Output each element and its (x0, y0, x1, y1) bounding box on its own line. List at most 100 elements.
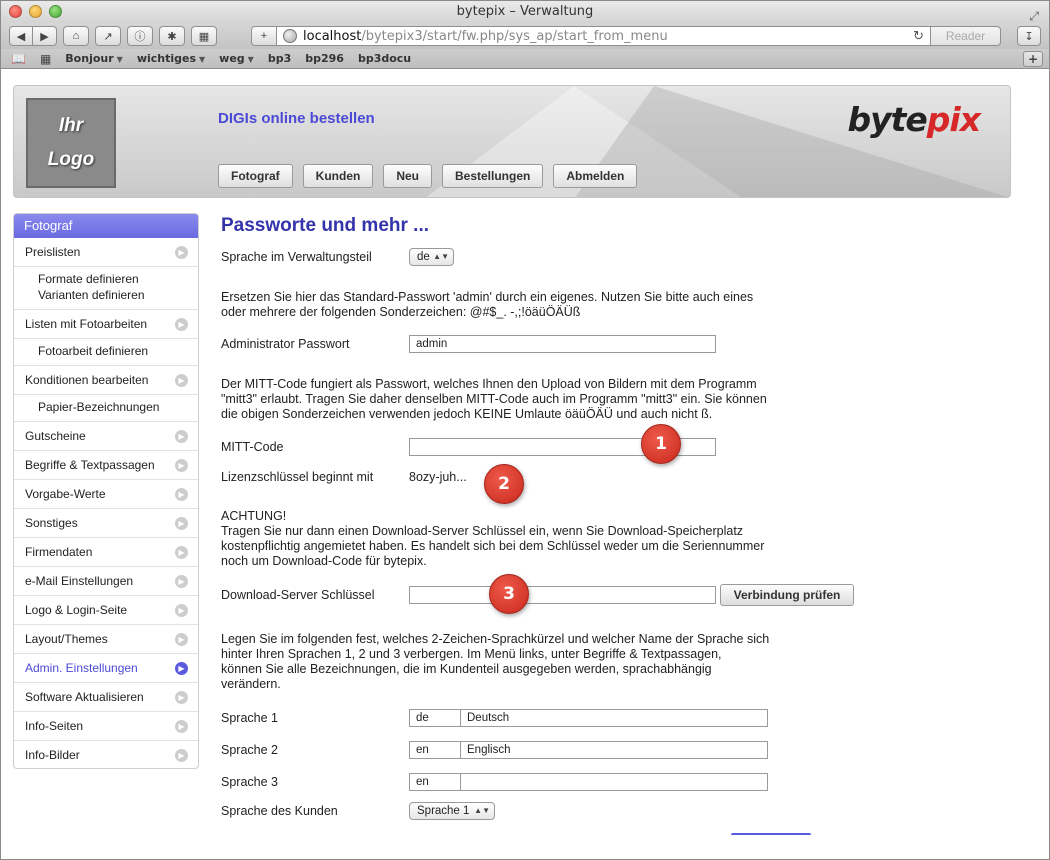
language-label: Sprache 1 (221, 711, 278, 725)
minimize-window-button[interactable] (29, 5, 42, 18)
callout-3: 3 (489, 574, 529, 614)
sidebar-item-label: Firmendaten (25, 545, 93, 559)
bookmark-item[interactable]: bp3docu (358, 52, 411, 65)
address-bar: + localhost/bytepix3/start/fw.php/sys_ap… (251, 26, 1001, 46)
sidebar-item[interactable]: Firmendaten ▶ (14, 538, 198, 567)
home-icon: ⌂ (72, 30, 80, 42)
nav-button-fotograf[interactable]: Fotograf (218, 164, 293, 188)
sidebar-item[interactable]: Listen mit Fotoarbeiten ▶ (14, 310, 198, 339)
customer-language-select[interactable]: Sprache 1 ▲▼ (409, 802, 495, 820)
sidebar-item[interactable]: Preislisten ▶ (14, 238, 198, 267)
sidebar-item[interactable]: Software Aktualisieren ▶ (14, 683, 198, 712)
reload-icon[interactable]: ↻ (913, 29, 924, 44)
sidebar-item[interactable]: Sonstiges ▶ (14, 509, 198, 538)
bookmark-item[interactable]: bp296 (305, 52, 344, 65)
chevron-right-icon: ▶ (175, 458, 188, 472)
sidebar-item[interactable]: e-Mail Einstellungen ▶ (14, 567, 198, 596)
languages-intro-line-2: hinter Ihren Sprachen 1, 2 und 3 verberg… (221, 647, 722, 661)
bookmark-label: bp3 (267, 52, 292, 65)
bookmark-item[interactable]: weg ▼ (219, 52, 254, 65)
bookmark-item[interactable]: wichtiges ▼ (137, 52, 205, 65)
sidebar-item[interactable]: Admin. Einstellungen ▶ (14, 654, 198, 683)
extension-button[interactable]: ✱ (159, 26, 185, 46)
forward-button[interactable]: ▶ (33, 26, 57, 46)
downloads-button[interactable]: ↧ (1017, 26, 1041, 46)
callout-1: 1 (641, 424, 681, 464)
languages-intro-line-3: können Sie alle Bezeichnungen, die im Ku… (221, 662, 712, 676)
sidebar-item-label: Vorgabe-Werte (25, 487, 106, 501)
plus-icon: + (260, 30, 268, 42)
brand-part-1: byte (847, 100, 927, 139)
sidebar-subitem[interactable]: Formate definieren (38, 271, 188, 287)
warning-line-3: noch um Download-Code für bytepix. (221, 554, 427, 568)
mitt-intro-line-3: die obigen Sonderzeichen verwenden jedoc… (221, 407, 713, 421)
nav-button-kunden[interactable]: Kunden (302, 164, 374, 188)
sidebar-item[interactable]: Gutscheine ▶ (14, 422, 198, 451)
browser-toolbar: ◀ ▶ ⌂ ↗ ⓘ ✱ ▦ + localhost/bytepix3/start… (1, 23, 1049, 49)
url-field[interactable]: localhost/bytepix3/start/fw.php/sys_ap/s… (277, 26, 931, 46)
home-button[interactable]: ⌂ (63, 26, 89, 46)
language-code-input[interactable]: en (409, 773, 461, 791)
chevron-down-icon: ▼ (116, 55, 123, 64)
ui-language-label: Sprache im Verwaltungsteil (221, 250, 372, 264)
close-window-button[interactable] (9, 5, 22, 18)
gear-icon: ✱ (167, 30, 177, 43)
bookmark-label: Bonjour (65, 52, 114, 65)
zoom-window-button[interactable] (49, 5, 62, 18)
brand-part-2: pix (926, 100, 981, 139)
check-connection-button[interactable]: Verbindung prüfen (720, 584, 854, 606)
reader-button[interactable]: Reader (931, 26, 1001, 46)
nav-button-bestellungen[interactable]: Bestellungen (442, 164, 544, 188)
sidebar-item-label: Sonstiges (25, 516, 78, 530)
bookmark-item[interactable]: bp3 (268, 52, 291, 65)
sidebar-subitem[interactable]: Papier-Bezeichnungen (38, 399, 188, 415)
sidebar-item-label: Info-Seiten (25, 719, 84, 733)
sidebar-item[interactable]: Vorgabe-Werte ▶ (14, 480, 198, 509)
warning-title: ACHTUNG! (221, 509, 287, 523)
sidebar-item[interactable]: Begriffe & Textpassagen ▶ (14, 451, 198, 480)
nav-button-abmelden[interactable]: Abmelden (553, 164, 638, 188)
password-intro-line-1: Ersetzen Sie hier das Standard-Passwort … (221, 290, 754, 304)
language-name-input[interactable]: Englisch (460, 741, 768, 759)
sidebar-item[interactable]: Info-Bilder ▶ (14, 741, 198, 768)
language-name-input[interactable] (460, 773, 768, 791)
select-arrows-icon: ▲▼ (474, 806, 490, 815)
sidebar-item[interactable]: Logo & Login-Seite ▶ (14, 596, 198, 625)
sidebar-item-label: Admin. Einstellungen (25, 661, 138, 675)
sidebar-item[interactable]: Layout/Themes ▶ (14, 625, 198, 654)
history-buttons: ◀ ▶ (9, 26, 57, 46)
nav-button-neu[interactable]: Neu (383, 164, 432, 188)
language-code-input[interactable]: de (409, 709, 461, 727)
download-key-input[interactable] (409, 586, 716, 604)
sidebar-subitem[interactable]: Fotoarbeit definieren (38, 343, 188, 359)
sidebar-subitem[interactable]: Varianten definieren (38, 287, 188, 303)
sidebar-item[interactable]: Konditionen bearbeiten ▶ (14, 366, 198, 395)
bookmark-label: weg (219, 52, 245, 65)
sidebar-item[interactable]: Info-Seiten ▶ (14, 712, 198, 741)
back-button[interactable]: ◀ (9, 26, 33, 46)
main-content: Passworte und mehr ... Sprache im Verwal… (221, 213, 861, 820)
new-tab-button[interactable]: + (251, 26, 277, 46)
sidebar-button[interactable]: ▦ (191, 26, 217, 46)
sidebar-item-label: Layout/Themes (25, 632, 108, 646)
info-icon: ⓘ (134, 31, 146, 43)
info-button[interactable]: ⓘ (127, 26, 153, 46)
brand-logo: bytepix (847, 100, 981, 139)
sidebar-item-label: Begriffe & Textpassagen (25, 458, 155, 472)
reading-list-icon[interactable]: 📖 (11, 52, 26, 66)
chevron-right-icon: ▶ (175, 574, 188, 588)
mitt-intro-line-1: Der MITT-Code fungiert als Passwort, wel… (221, 377, 757, 391)
sidebar-item-label: Info-Bilder (25, 748, 80, 762)
main-navigation: Fotograf Kunden Neu Bestellungen Abmelden (218, 164, 638, 188)
bookmark-item[interactable]: Bonjour ▼ (65, 52, 123, 65)
languages-intro: Legen Sie im folgenden fest, welches 2-Z… (221, 632, 821, 692)
share-button[interactable]: ↗ (95, 26, 121, 46)
add-bookmark-button[interactable]: + (1023, 51, 1043, 67)
ui-language-select[interactable]: de ▲▼ (409, 248, 454, 266)
logo-line-2: Logo (47, 149, 95, 170)
language-name-input[interactable]: Deutsch (460, 709, 768, 727)
sidebar-item-label: Listen mit Fotoarbeiten (25, 317, 148, 331)
language-code-input[interactable]: en (409, 741, 461, 759)
admin-password-input[interactable]: admin (409, 335, 716, 353)
top-sites-icon[interactable]: ▦ (40, 52, 51, 66)
